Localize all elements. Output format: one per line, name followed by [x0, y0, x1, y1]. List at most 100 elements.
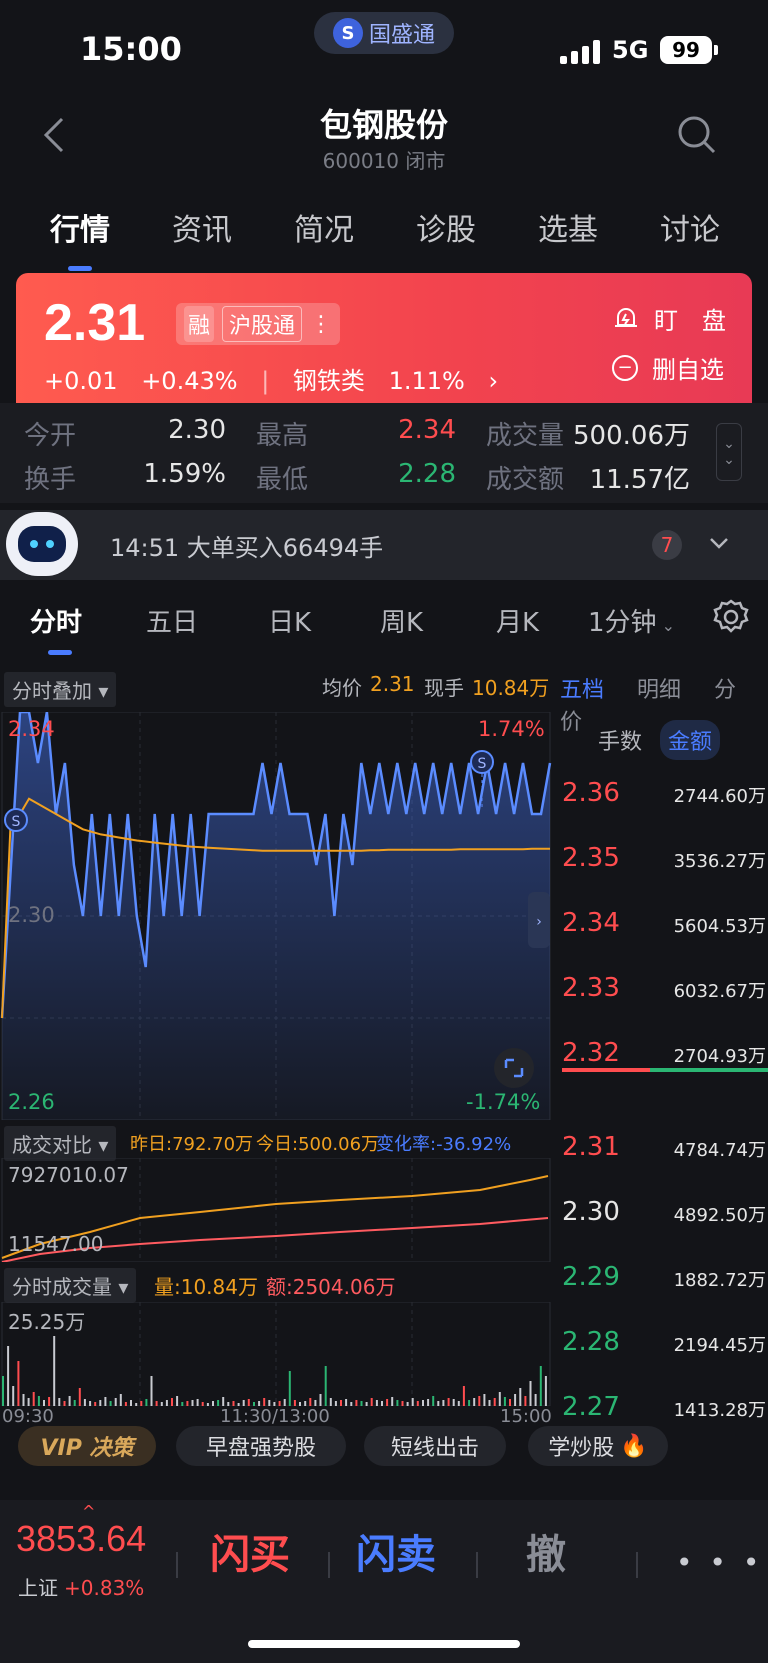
- stock-tags[interactable]: 融 沪股通 ⋮: [176, 303, 341, 345]
- quick-sell-button[interactable]: 闪卖: [356, 1522, 436, 1580]
- cancel-order-button[interactable]: 撤: [526, 1522, 566, 1580]
- tab-intraday[interactable]: 分时: [30, 602, 82, 655]
- sector-name[interactable]: 钢铁类: [293, 367, 365, 395]
- volume-bar: [381, 1401, 383, 1406]
- volume-bar: [212, 1401, 214, 1406]
- volume-bar: [32, 1392, 35, 1406]
- tab-1min[interactable]: 1分钟 ⌄: [588, 602, 675, 639]
- volume-bar: [524, 1396, 527, 1406]
- tab-news[interactable]: 资讯: [152, 205, 252, 249]
- volume-bar: [360, 1401, 363, 1406]
- signal-icon: [560, 40, 602, 64]
- short-term-chip[interactable]: 短线出击: [364, 1426, 506, 1466]
- volume-bar: [411, 1398, 414, 1406]
- tab-five-levels[interactable]: 五档: [560, 678, 604, 703]
- expand-stats-button[interactable]: ⌄ ⌄: [716, 423, 742, 481]
- change-row: +0.01 +0.43% | 钢铁类 1.11% ›: [44, 367, 499, 395]
- tab-discuss[interactable]: 讨论: [640, 205, 740, 249]
- avg-value: 2.31: [370, 672, 415, 696]
- volume-bar: [442, 1400, 445, 1406]
- volume-bar: [94, 1402, 97, 1406]
- volume-bar: [160, 1402, 163, 1406]
- app-logo-icon: S: [332, 18, 363, 48]
- search-icon[interactable]: [676, 114, 718, 156]
- more-icon[interactable]: • • •: [676, 1546, 763, 1579]
- volume-bar: [488, 1400, 491, 1406]
- overlay-dropdown[interactable]: 分时叠加 ▾: [4, 672, 117, 707]
- index-value[interactable]: 3853.64: [16, 1518, 146, 1560]
- volume-bar: [324, 1366, 327, 1406]
- volume-bar: [283, 1399, 286, 1406]
- chevron-down-icon[interactable]: [708, 532, 730, 554]
- sector-pct[interactable]: 1.11%: [389, 367, 465, 395]
- more-tags-icon: ⋮: [310, 311, 333, 337]
- volume-bar: [493, 1398, 496, 1406]
- volume-bar: [427, 1399, 430, 1406]
- amount-label: 成交额: [486, 465, 565, 495]
- book-ratio-bar: [562, 1068, 768, 1072]
- cur-value: 10.84万: [472, 676, 550, 700]
- volume-bar: [73, 1400, 76, 1406]
- morning-strong-chip[interactable]: 早盘强势股: [176, 1426, 346, 1466]
- tab-details[interactable]: 明细: [637, 678, 681, 703]
- compare-header: 成交对比 ▾ 昨日:792.70万 今日:500.06万 变化率:-36.92%: [0, 1126, 556, 1161]
- sell-marker-label: S: [478, 756, 487, 772]
- unit-amount[interactable]: 金额: [660, 720, 721, 760]
- battery-icon: 99: [660, 36, 712, 64]
- pct-bot-label: -1.74%: [466, 1090, 541, 1114]
- tab-weekly[interactable]: 周K: [380, 602, 423, 639]
- volume-bar: [206, 1403, 209, 1406]
- volume-bar: [155, 1401, 158, 1406]
- y-top-label: 2.34: [8, 717, 55, 741]
- volume-bar: [534, 1394, 537, 1406]
- chart-tabs: 分时 五日 日K 周K 月K 1分钟 ⌄: [0, 598, 768, 655]
- volume-bar: [457, 1401, 460, 1406]
- vip-decision-chip[interactable]: VIP 决策: [18, 1426, 156, 1466]
- sell-marker-label: S: [12, 814, 21, 830]
- volume-bar: [375, 1400, 378, 1406]
- quick-buy-button[interactable]: 闪买: [210, 1522, 290, 1580]
- ask-level: 2.32 2704.93万: [562, 1038, 766, 1068]
- volume-bar: [145, 1399, 148, 1406]
- tab-fund[interactable]: 选基: [518, 205, 618, 249]
- cur-label: 现手: [424, 676, 464, 700]
- volume-bar: [514, 1394, 517, 1406]
- volume-bar: [181, 1402, 184, 1406]
- watch-button[interactable]: 盯 盘: [612, 301, 726, 336]
- intraday-chart[interactable]: S S ›: [0, 712, 552, 1120]
- volume-bar: [217, 1400, 220, 1406]
- unit-lots[interactable]: 手数: [590, 720, 650, 760]
- volume-dropdown[interactable]: 分时成交量 ▾: [4, 1268, 137, 1303]
- page-title: 包钢股份: [319, 106, 448, 144]
- volume-bar: [140, 1401, 143, 1406]
- app-pill[interactable]: S 国盛通: [314, 12, 454, 54]
- bid-level: 2.29 1882.72万: [562, 1262, 766, 1292]
- volume-bar: [104, 1397, 107, 1406]
- change-pct: +0.43%: [141, 367, 238, 395]
- tab-profile[interactable]: 简况: [274, 205, 374, 249]
- tab-market[interactable]: 行情: [30, 205, 130, 271]
- tab-daily[interactable]: 日K: [268, 602, 311, 639]
- volume-bar: [68, 1396, 71, 1406]
- volume-bar: [386, 1399, 389, 1406]
- tab-diagnose[interactable]: 诊股: [396, 205, 496, 249]
- gear-icon[interactable]: [712, 598, 750, 636]
- volume-bar: [165, 1400, 168, 1406]
- tab-5day[interactable]: 五日: [146, 602, 198, 639]
- remove-favorite-button[interactable]: − 删自选: [612, 350, 724, 385]
- volume-bar: [150, 1376, 153, 1406]
- tab-monthly[interactable]: 月K: [496, 602, 539, 639]
- minus-circle-icon: −: [612, 354, 638, 381]
- stats-panel: 今开 2.30 最高 2.34 成交量 500.06万 换手 1.59% 最低 …: [0, 403, 768, 503]
- index-name[interactable]: 上证 +0.83%: [18, 1572, 144, 1601]
- volume-bar: [196, 1399, 199, 1406]
- learn-trading-chip[interactable]: 学炒股 🔥: [528, 1426, 668, 1466]
- volume-bar: [263, 1398, 266, 1406]
- amount-value: 11.57亿: [589, 465, 690, 495]
- compare-top-label: 7927010.07: [8, 1163, 129, 1187]
- robot-avatar-icon: [6, 512, 78, 576]
- news-ticker[interactable]: 14:51 大单买入66494手 7: [0, 510, 768, 580]
- chevron-right-icon[interactable]: ›: [488, 367, 498, 395]
- volume-label: 成交量: [486, 421, 565, 451]
- compare-dropdown[interactable]: 成交对比 ▾: [4, 1126, 117, 1161]
